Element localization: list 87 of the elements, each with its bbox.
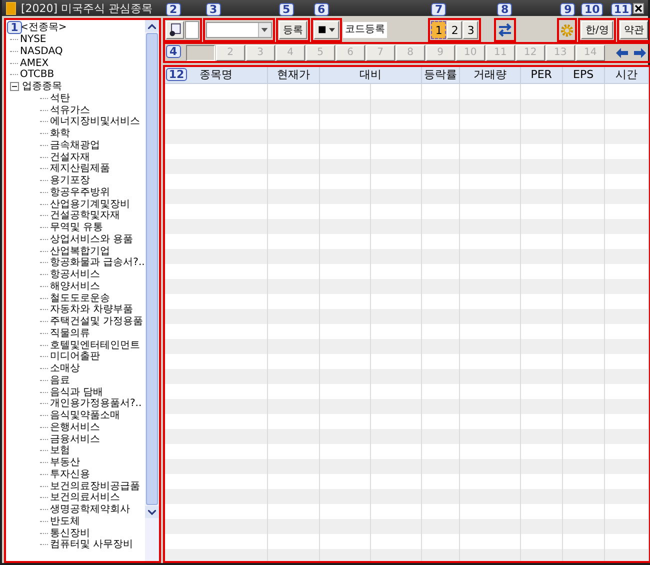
tree-item[interactable]: 투자신용 — [50, 468, 90, 480]
tree-item[interactable]: 산업복합기업 — [50, 246, 110, 257]
group-tab[interactable]: 3 — [463, 21, 478, 39]
column-header[interactable]: 대비 — [320, 67, 422, 83]
tree-item[interactable]: 부동산 — [50, 457, 80, 468]
app-icon — [6, 2, 16, 14]
input-field[interactable] — [184, 21, 199, 39]
tree-item[interactable]: 건설공학및자재 — [50, 210, 120, 222]
callout-badge: 6 — [314, 3, 329, 16]
stock-combo-box[interactable] — [206, 22, 272, 38]
tree-item[interactable]: 보건의료서비스 — [50, 492, 120, 504]
tree-item[interactable]: 반도체 — [50, 516, 80, 527]
callout-badge: 5 — [278, 3, 294, 16]
tree-item[interactable]: 용기포장 — [50, 175, 90, 186]
left-arrow-icon[interactable] — [616, 48, 628, 58]
tree-item[interactable]: 보험 — [50, 445, 70, 456]
scroll-down-icon[interactable] — [144, 506, 159, 518]
tree-item[interactable]: 철도도로운송 — [50, 292, 110, 304]
callout-badge: 8 — [497, 3, 512, 16]
tree-item[interactable]: 음료 — [50, 374, 70, 386]
page-tab[interactable] — [186, 44, 215, 60]
tree-item[interactable]: <전종목> — [20, 22, 67, 34]
toolbar-button[interactable]: 약관 — [620, 21, 648, 39]
tree-item[interactable]: 해양서비스 — [50, 280, 100, 292]
callout-badge: 4 — [166, 45, 181, 58]
tree-item[interactable]: 석탄 — [50, 92, 70, 104]
tree-item[interactable]: 음식과 담배 — [50, 386, 104, 398]
column-header[interactable]: 현재가 — [268, 67, 320, 83]
tree-item[interactable]: OTCBB — [20, 69, 54, 80]
code-field[interactable]: 코드등록 — [343, 22, 388, 38]
tree-item[interactable]: 금속채광업 — [50, 140, 100, 151]
group-tab[interactable]: 1 — [431, 21, 446, 39]
tree-item[interactable]: 항공우주방위 — [50, 186, 110, 198]
scroll-up-icon[interactable] — [144, 20, 159, 32]
callout-badge: 9 — [560, 3, 576, 16]
tree-item[interactable]: AMEX — [20, 58, 49, 69]
column-header[interactable]: 거래량 — [460, 67, 521, 83]
tree-item[interactable]: NASDAQ — [20, 46, 63, 57]
tree-item[interactable]: 제지산림제품 — [50, 163, 110, 174]
callout-badge: 1 — [7, 21, 22, 34]
tree-item[interactable]: 은행서비스 — [50, 422, 100, 433]
tree-item[interactable]: 통신장비 — [50, 528, 90, 539]
tree-item[interactable]: 에너지장비및서비스 — [50, 116, 140, 128]
tree-item[interactable]: NYSE — [20, 34, 46, 46]
open-file-button[interactable] — [166, 21, 184, 39]
tree-item[interactable]: 건설자재 — [50, 152, 90, 163]
tree-item[interactable]: 생명공학제약회사 — [50, 504, 130, 516]
callout-badge: 3 — [206, 3, 221, 16]
tree-item[interactable]: 자동차와 차량부품 — [50, 304, 134, 316]
toolbar-button[interactable]: 한/영 — [581, 21, 613, 39]
column-header[interactable]: 시간 — [604, 67, 649, 83]
group-tab[interactable]: 2 — [447, 21, 462, 39]
tree-item[interactable]: 업종종목 — [22, 81, 62, 92]
callout-badge: 12 — [166, 68, 188, 81]
tree-item[interactable]: 항공화물과 급송서?.. — [50, 257, 145, 268]
tree-item[interactable]: 보건의료장비공급품 — [50, 480, 140, 492]
dropdown-button[interactable]: ■ — [314, 21, 340, 39]
tree-item[interactable]: 미디어출판 — [50, 351, 100, 362]
toolbar-button[interactable]: 등록 — [278, 21, 307, 39]
right-arrow-icon[interactable] — [634, 48, 646, 58]
tree-item[interactable]: 소매상 — [50, 363, 80, 374]
collapse-icon[interactable] — [10, 82, 19, 92]
tree-item[interactable]: 항공서비스 — [50, 269, 100, 280]
tree-item[interactable]: 화학 — [50, 128, 70, 140]
tree-item[interactable]: 직물의류 — [50, 328, 90, 339]
tree-item[interactable]: 상업서비스와 용품 — [50, 234, 134, 245]
tree-item[interactable]: 호텔및엔터테인먼트 — [50, 340, 140, 351]
close-icon[interactable] — [633, 2, 644, 14]
tree-item[interactable]: 석유가스 — [50, 104, 90, 116]
tree-item[interactable]: 주택건설및 가정용품 — [50, 316, 144, 328]
column-header[interactable]: 등락률 — [422, 67, 460, 83]
callout-badge: 10 — [581, 3, 603, 16]
column-header[interactable]: PER — [520, 67, 563, 83]
caret-icon — [329, 28, 336, 32]
callout-badge: 7 — [431, 3, 446, 16]
tree-item[interactable]: 무역및 유통 — [50, 222, 104, 234]
tree-item[interactable]: 컴퓨터및 사무장비 — [50, 539, 134, 550]
callout-badge: 2 — [166, 3, 181, 16]
tree-item[interactable]: 산업용기계및장비 — [50, 198, 130, 210]
column-header[interactable]: EPS — [562, 67, 605, 83]
scroll-thumb[interactable] — [146, 33, 158, 505]
tree-item[interactable]: 개인용가정용품서?.. — [50, 398, 142, 410]
callout-badge: 11 — [610, 3, 632, 16]
window-title: [2020] 미국주식 관심종목 — [21, 0, 153, 16]
swap-arrows-icon[interactable] — [497, 23, 514, 37]
tree-item[interactable]: 음식및약품소매 — [50, 410, 120, 422]
tree-item[interactable]: 금융서비스 — [50, 434, 100, 445]
